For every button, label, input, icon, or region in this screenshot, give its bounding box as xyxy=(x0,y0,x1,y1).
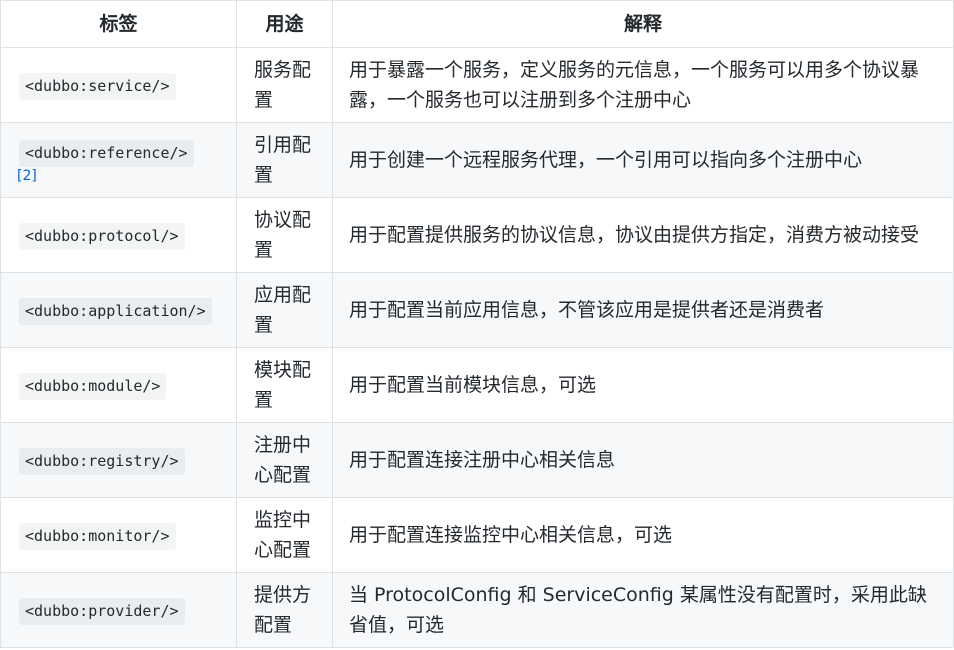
footnote-link[interactable]: [2] xyxy=(17,168,230,184)
description-cell: 用于配置提供服务的协议信息，协议由提供方指定，消费方被动接受 xyxy=(332,197,954,273)
table-row: <dubbo:provider/> 提供方配置 当 ProtocolConfig… xyxy=(0,572,954,648)
description-cell: 用于配置当前模块信息，可选 xyxy=(332,347,954,423)
table-header: 标签 用途 解释 xyxy=(0,0,954,48)
header-tag: 标签 xyxy=(0,0,237,48)
usage-cell: 应用配置 xyxy=(236,272,333,348)
dubbo-config-table: 标签 用途 解释 <dubbo:service/> 服务配置 用于暴露一个服务，… xyxy=(0,0,954,648)
table-row: <dubbo:monitor/> 监控中心配置 用于配置连接监控中心相关信息，可… xyxy=(0,497,954,573)
table-row: <dubbo:registry/> 注册中心配置 用于配置连接注册中心相关信息 xyxy=(0,422,954,498)
tag-code: <dubbo:protocol/> xyxy=(19,223,185,250)
tag-cell: <dubbo:service/> xyxy=(0,47,237,123)
header-description: 解释 xyxy=(332,0,954,48)
table-row: <dubbo:service/> 服务配置 用于暴露一个服务，定义服务的元信息，… xyxy=(0,47,954,123)
tag-cell: <dubbo:protocol/> xyxy=(0,197,237,273)
tag-cell: <dubbo:application/> xyxy=(0,272,237,348)
tag-code: <dubbo:monitor/> xyxy=(19,523,176,550)
usage-cell: 引用配置 xyxy=(236,122,333,198)
tag-cell: <dubbo:monitor/> xyxy=(0,497,237,573)
usage-cell: 协议配置 xyxy=(236,197,333,273)
description-cell: 当 ProtocolConfig 和 ServiceConfig 某属性没有配置… xyxy=(332,572,954,648)
description-cell: 用于配置连接注册中心相关信息 xyxy=(332,422,954,498)
usage-cell: 服务配置 xyxy=(236,47,333,123)
tag-code: <dubbo:reference/> xyxy=(19,139,194,167)
table-row: <dubbo:protocol/> 协议配置 用于配置提供服务的协议信息，协议由… xyxy=(0,197,954,273)
table-row: <dubbo:module/> 模块配置 用于配置当前模块信息，可选 xyxy=(0,347,954,423)
table-row: <dubbo:reference/> [2] 引用配置 用于创建一个远程服务代理，… xyxy=(0,122,954,198)
tag-cell: <dubbo:reference/> [2] xyxy=(0,122,237,198)
tag-cell: <dubbo:registry/> xyxy=(0,422,237,498)
tag-code: <dubbo:registry/> xyxy=(19,448,185,475)
usage-cell: 监控中心配置 xyxy=(236,497,333,573)
tag-code: <dubbo:service/> xyxy=(19,73,176,100)
table-row: <dubbo:application/> 应用配置 用于配置当前应用信息，不管该… xyxy=(0,272,954,348)
usage-cell: 提供方配置 xyxy=(236,572,333,648)
tag-cell: <dubbo:module/> xyxy=(0,347,237,423)
tag-code: <dubbo:module/> xyxy=(19,373,167,400)
description-cell: 用于创建一个远程服务代理，一个引用可以指向多个注册中心 xyxy=(332,122,954,198)
header-row: 标签 用途 解释 xyxy=(0,0,954,48)
tag-code: <dubbo:application/> xyxy=(19,298,212,325)
description-cell: 用于配置当前应用信息，不管该应用是提供者还是消费者 xyxy=(332,272,954,348)
description-cell: 用于配置连接监控中心相关信息，可选 xyxy=(332,497,954,573)
table-body: <dubbo:service/> 服务配置 用于暴露一个服务，定义服务的元信息，… xyxy=(0,47,954,648)
usage-cell: 模块配置 xyxy=(236,347,333,423)
tag-code: <dubbo:provider/> xyxy=(19,598,185,625)
description-cell: 用于暴露一个服务，定义服务的元信息，一个服务可以用多个协议暴露，一个服务也可以注… xyxy=(332,47,954,123)
usage-cell: 注册中心配置 xyxy=(236,422,333,498)
header-usage: 用途 xyxy=(236,0,333,48)
tag-cell: <dubbo:provider/> xyxy=(0,572,237,648)
